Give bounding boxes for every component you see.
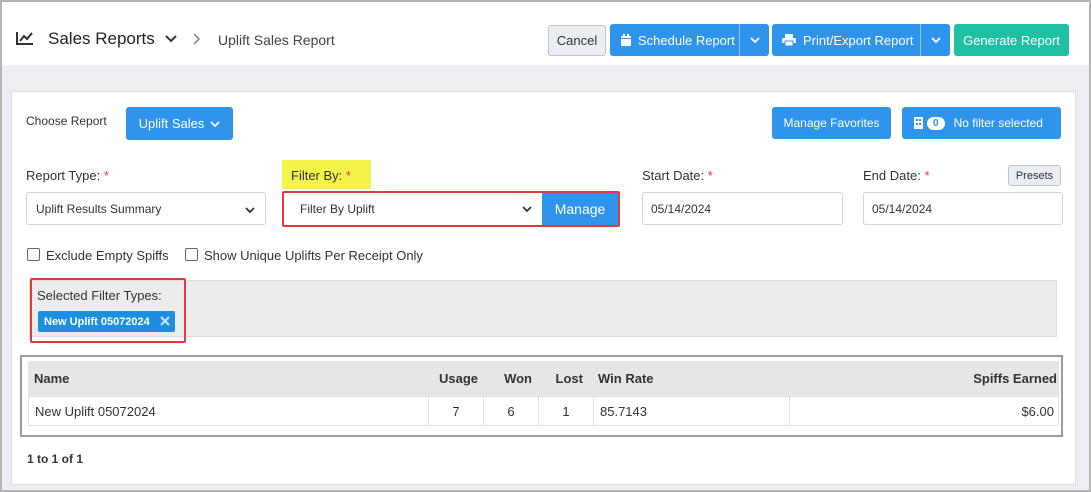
column-header-name[interactable]: Name xyxy=(34,361,234,396)
choose-report-value: Uplift Sales xyxy=(138,116,205,131)
filter-chip-label: New Uplift 05072024 xyxy=(44,315,150,328)
printer-icon xyxy=(782,34,796,46)
calendar-icon xyxy=(621,33,631,46)
required-mark: * xyxy=(103,168,109,183)
presets-button[interactable]: Presets xyxy=(1008,165,1061,186)
schedule-report-label: Schedule Report xyxy=(638,32,735,48)
report-type-label: Report Type: * xyxy=(26,168,109,183)
report-type-value: Uplift Results Summary xyxy=(36,201,162,216)
column-header-spiffs-earned[interactable]: Spiffs Earned xyxy=(858,361,1058,396)
print-export-button[interactable]: Print/Export Report xyxy=(772,24,950,56)
choose-report-dropdown[interactable]: Uplift Sales xyxy=(126,107,233,140)
report-type-select[interactable]: Uplift Results Summary xyxy=(26,192,266,225)
results-table: Name Usage Won Lost Win Rate Spiffs Earn… xyxy=(20,355,1063,437)
end-date-value: 05/14/2024 xyxy=(872,201,933,216)
column-header-lost[interactable]: Lost xyxy=(538,361,583,396)
generate-report-label: Generate Report xyxy=(963,32,1060,48)
breadcrumb-current: Uplift Sales Report xyxy=(218,32,335,48)
start-date-value: 05/14/2024 xyxy=(651,201,712,216)
chevron-down-icon[interactable] xyxy=(164,33,178,45)
end-date-input[interactable]: 05/14/2024 xyxy=(863,192,1063,225)
manage-filter-button[interactable]: Manage xyxy=(542,193,618,225)
building-icon xyxy=(914,117,923,129)
filter-count-badge: 0 xyxy=(927,116,945,130)
filter-by-value: Filter By Uplift xyxy=(300,202,375,216)
page-title: Sales Reports xyxy=(48,29,155,48)
exclude-empty-spiffs-checkbox[interactable] xyxy=(27,248,40,261)
filter-by-label-text: Filter By: xyxy=(291,168,343,183)
manage-favorites-label: Manage Favorites xyxy=(783,116,880,130)
line-chart-icon xyxy=(16,32,33,45)
start-date-input[interactable]: 05/14/2024 xyxy=(642,192,843,225)
cell-name: New Uplift 05072024 xyxy=(29,397,429,425)
manage-favorites-button[interactable]: Manage Favorites xyxy=(772,107,891,139)
column-header-usage[interactable]: Usage xyxy=(426,361,478,396)
print-dropdown-toggle[interactable] xyxy=(920,24,950,56)
chevron-down-icon xyxy=(245,207,255,214)
cell-win-rate: 85.7143 xyxy=(594,397,790,425)
close-icon[interactable] xyxy=(160,316,170,326)
schedule-report-button[interactable]: Schedule Report xyxy=(610,24,769,56)
cancel-button-label: Cancel xyxy=(556,33,598,48)
table-row[interactable]: New Uplift 05072024 7 6 1 85.7143 $6.00 xyxy=(28,396,1059,426)
column-header-win-rate[interactable]: Win Rate xyxy=(598,361,718,396)
selected-filter-types-label: Selected Filter Types: xyxy=(37,288,162,303)
filter-by-select[interactable]: Filter By Uplift xyxy=(291,194,542,224)
required-mark: * xyxy=(924,168,930,183)
start-date-label: Start Date: * xyxy=(642,168,713,183)
presets-label: Presets xyxy=(1015,169,1054,182)
generate-report-button[interactable]: Generate Report xyxy=(954,24,1069,56)
chevron-right-icon xyxy=(193,33,201,45)
exclude-empty-spiffs-label: Exclude Empty Spiffs xyxy=(46,248,169,263)
start-date-label-text: Start Date: xyxy=(642,168,705,183)
cell-usage: 7 xyxy=(429,397,484,425)
filter-chip: New Uplift 05072024 xyxy=(38,311,175,332)
chevron-down-icon xyxy=(522,206,532,213)
chevron-down-icon xyxy=(210,120,221,127)
chevron-down-icon xyxy=(749,37,760,44)
cell-spiffs-earned: $6.00 xyxy=(1021,403,1054,419)
required-mark: * xyxy=(345,168,351,183)
report-type-label-text: Report Type: xyxy=(26,168,101,183)
filter-status-button[interactable]: 0 No filter selected xyxy=(902,107,1061,139)
column-header-won[interactable]: Won xyxy=(483,361,532,396)
cancel-button[interactable]: Cancel xyxy=(548,25,606,56)
print-export-label: Print/Export Report xyxy=(803,32,914,48)
cell-won: 6 xyxy=(484,397,539,425)
filter-by-label: Filter By: * xyxy=(291,168,351,183)
table-header: Name Usage Won Lost Win Rate Spiffs Earn… xyxy=(28,361,1059,396)
cell-lost: 1 xyxy=(539,397,594,425)
end-date-label-text: End Date: xyxy=(863,168,921,183)
pagination-summary: 1 to 1 of 1 xyxy=(27,452,84,466)
unique-uplifts-label: Show Unique Uplifts Per Receipt Only xyxy=(204,248,423,263)
required-mark: * xyxy=(707,168,713,183)
end-date-label: End Date: * xyxy=(863,168,930,183)
unique-uplifts-checkbox[interactable] xyxy=(185,248,198,261)
manage-filter-label: Manage xyxy=(554,201,606,217)
chevron-down-icon xyxy=(930,37,941,44)
filter-status-label: No filter selected xyxy=(953,116,1043,130)
choose-report-label: Choose Report xyxy=(26,114,107,128)
schedule-dropdown-toggle[interactable] xyxy=(739,24,769,56)
